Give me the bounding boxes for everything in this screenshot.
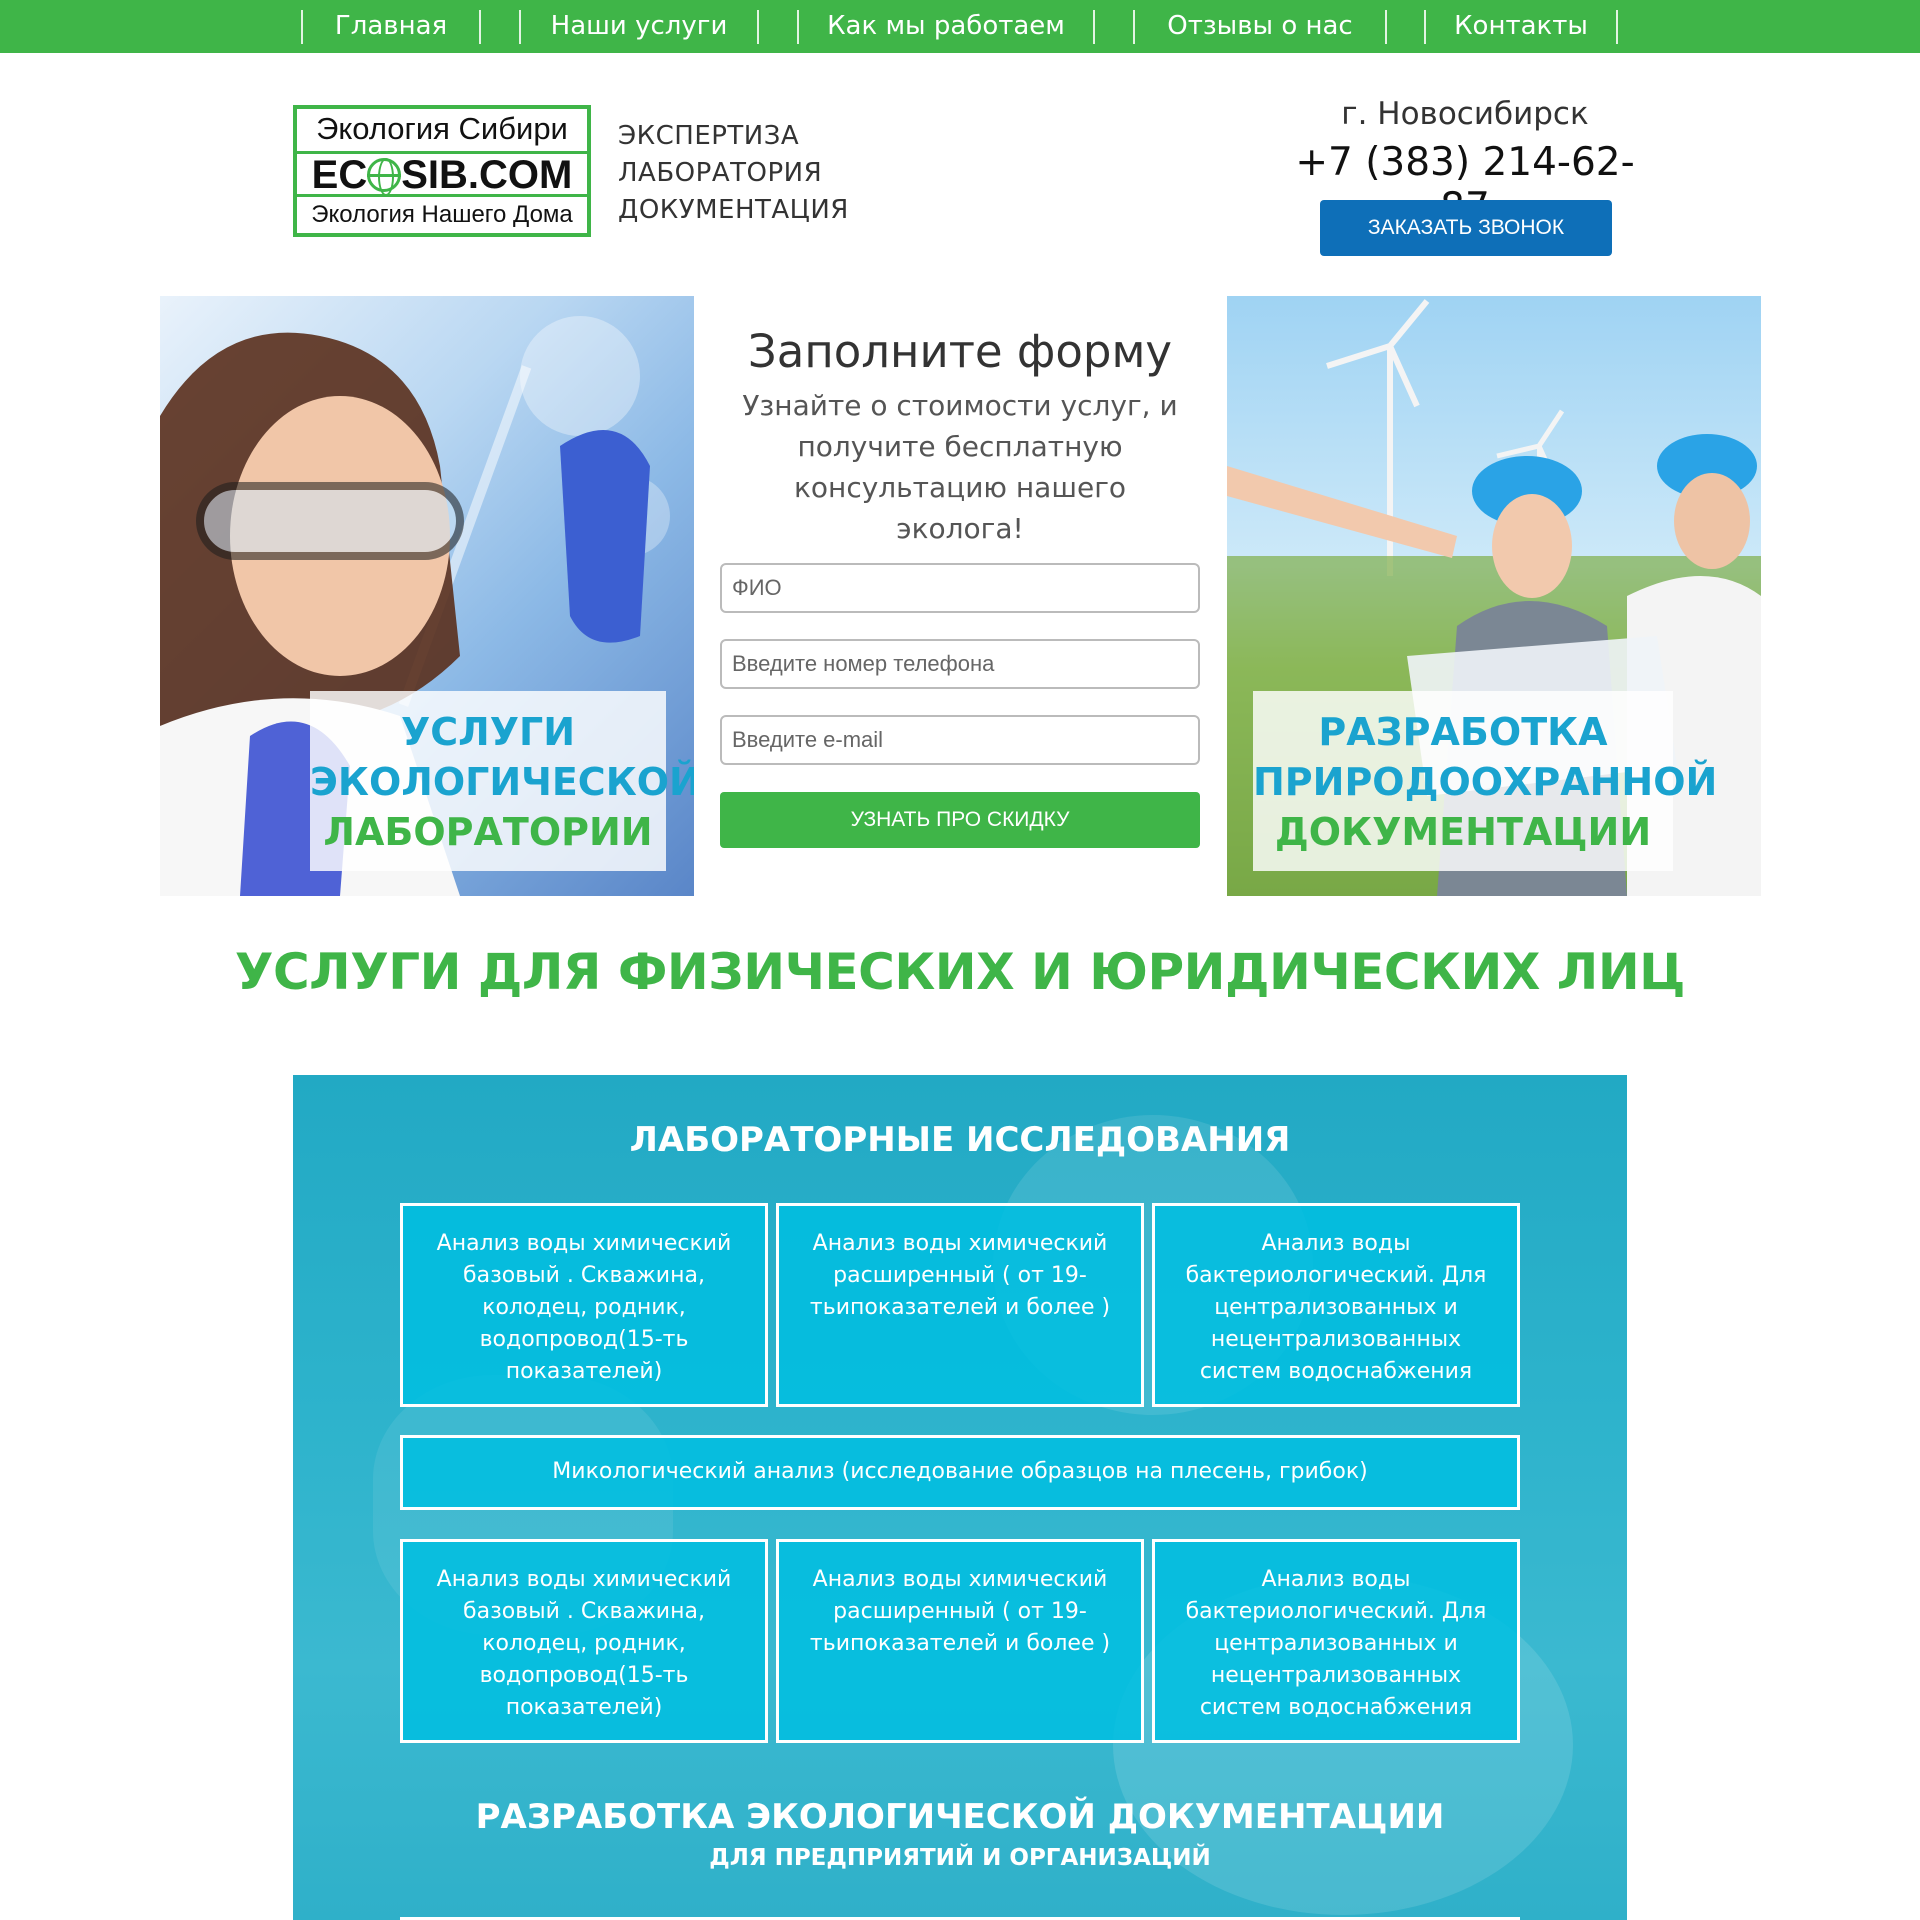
lab-research-heading: ЛАБОРАТОРНЫЕ ИССЛЕДОВАНИЯ [629, 1120, 1291, 1160]
tagline-line: ДОКУМЕНТАЦИЯ [618, 195, 849, 225]
documentation-subheading: ДЛЯ ПРЕДПРИЯТИЙ И ОРГАНИЗАЦИЙ [709, 1845, 1211, 1871]
caption-line: ЛАБОРАТОРИИ [323, 810, 653, 854]
nav-item-how-we-work[interactable]: Как мы работаем [799, 0, 1093, 53]
nav-item-services[interactable]: Наши услуги [521, 0, 757, 53]
tagline-line: ЭКСПЕРТИЗА [618, 121, 800, 151]
nav-separator [1616, 10, 1618, 44]
nav-item-home[interactable]: Главная [303, 0, 479, 53]
city-label: г. Новосибирск [1341, 96, 1589, 132]
form-title: Заполните форму [747, 325, 1173, 378]
documentation-heading: РАЗРАБОТКА ЭКОЛОГИЧЕСКОЙ ДОКУМЕНТАЦИИ [475, 1797, 1445, 1837]
lab-services-banner[interactable]: УСЛУГИ ЭКОЛОГИЧЕСКОЙ ЛАБОРАТОРИИ [160, 296, 694, 896]
service-card[interactable]: Анализ воды химический расширенный ( от … [776, 1539, 1144, 1743]
logo-title: Экология Сибири [316, 111, 568, 146]
globe-icon [367, 158, 402, 196]
nav-separator [757, 10, 759, 44]
tagline-line: ЛАБОРАТОРИЯ [618, 158, 823, 188]
lab-services-section: ЛАБОРАТОРНЫЕ ИССЛЕДОВАНИЯ Анализ воды хи… [293, 1075, 1627, 1920]
form-subtitle: Узнайте о стоимости услуг, и получите бе… [742, 389, 1178, 545]
caption-line: РАЗРАБОТКА [1318, 710, 1608, 754]
documentation-banner[interactable]: РАЗРАБОТКА ПРИРОДООХРАННОЙ ДОКУМЕНТАЦИИ [1227, 296, 1761, 896]
service-card[interactable]: Анализ воды химический базовый . Скважин… [400, 1203, 768, 1407]
discount-submit-button[interactable]: УЗНАТЬ ПРО СКИДКУ [720, 792, 1200, 848]
service-card[interactable]: Анализ воды химический расширенный ( от … [776, 1203, 1144, 1407]
documentation-caption: РАЗРАБОТКА ПРИРОДООХРАННОЙ ДОКУМЕНТАЦИИ [1253, 691, 1718, 871]
nav-item-contacts[interactable]: Контакты [1426, 0, 1616, 53]
nav-separator [479, 10, 481, 44]
lab-services-caption: УСЛУГИ ЭКОЛОГИЧЕСКОЙ ЛАБОРАТОРИИ [310, 691, 694, 871]
site-logo[interactable]: Экология Сибири EC SIB.COM Экология Нашег… [293, 105, 591, 237]
logo-slogan: Экология Нашего Дома [311, 201, 573, 228]
service-card[interactable]: Анализ воды химический базовый . Скважин… [400, 1539, 768, 1743]
logo-wordmark-left: EC [311, 153, 368, 197]
caption-line: УСЛУГИ [400, 710, 576, 754]
logo-wordmark: EC SIB.COM [297, 151, 587, 197]
service-card[interactable]: Анализ воды бактериологический. Для цент… [1152, 1203, 1520, 1407]
email-field[interactable] [720, 715, 1200, 765]
service-card[interactable]: Анализ воды бактериологический. Для цент… [1152, 1539, 1520, 1743]
name-field[interactable] [720, 563, 1200, 613]
top-navigation: Главная Наши услуги Как мы работаем Отзы… [0, 0, 1920, 53]
caption-line: ЭКОЛОГИЧЕСКОЙ [310, 760, 694, 804]
header-tagline: ЭКСПЕРТИЗА ЛАБОРАТОРИЯ ДОКУМЕНТАЦИЯ [618, 118, 849, 229]
nav-separator [1385, 10, 1387, 44]
nav-item-reviews[interactable]: Отзывы о нас [1135, 0, 1385, 53]
services-section-title: УСЛУГИ ДЛЯ ФИЗИЧЕСКИХ И ЮРИДИЧЕСКИХ ЛИЦ [234, 943, 1686, 1001]
caption-line: ПРИРОДООХРАННОЙ [1253, 760, 1718, 804]
mycology-service-card[interactable]: Микологический анализ (исследование обра… [400, 1435, 1520, 1510]
callback-button[interactable]: ЗАКАЗАТЬ ЗВОНОК [1320, 200, 1612, 256]
nav-separator [1093, 10, 1095, 44]
phone-field[interactable] [720, 639, 1200, 689]
caption-line: ДОКУМЕНТАЦИИ [1274, 810, 1652, 854]
logo-wordmark-right: SIB.COM [401, 153, 573, 197]
